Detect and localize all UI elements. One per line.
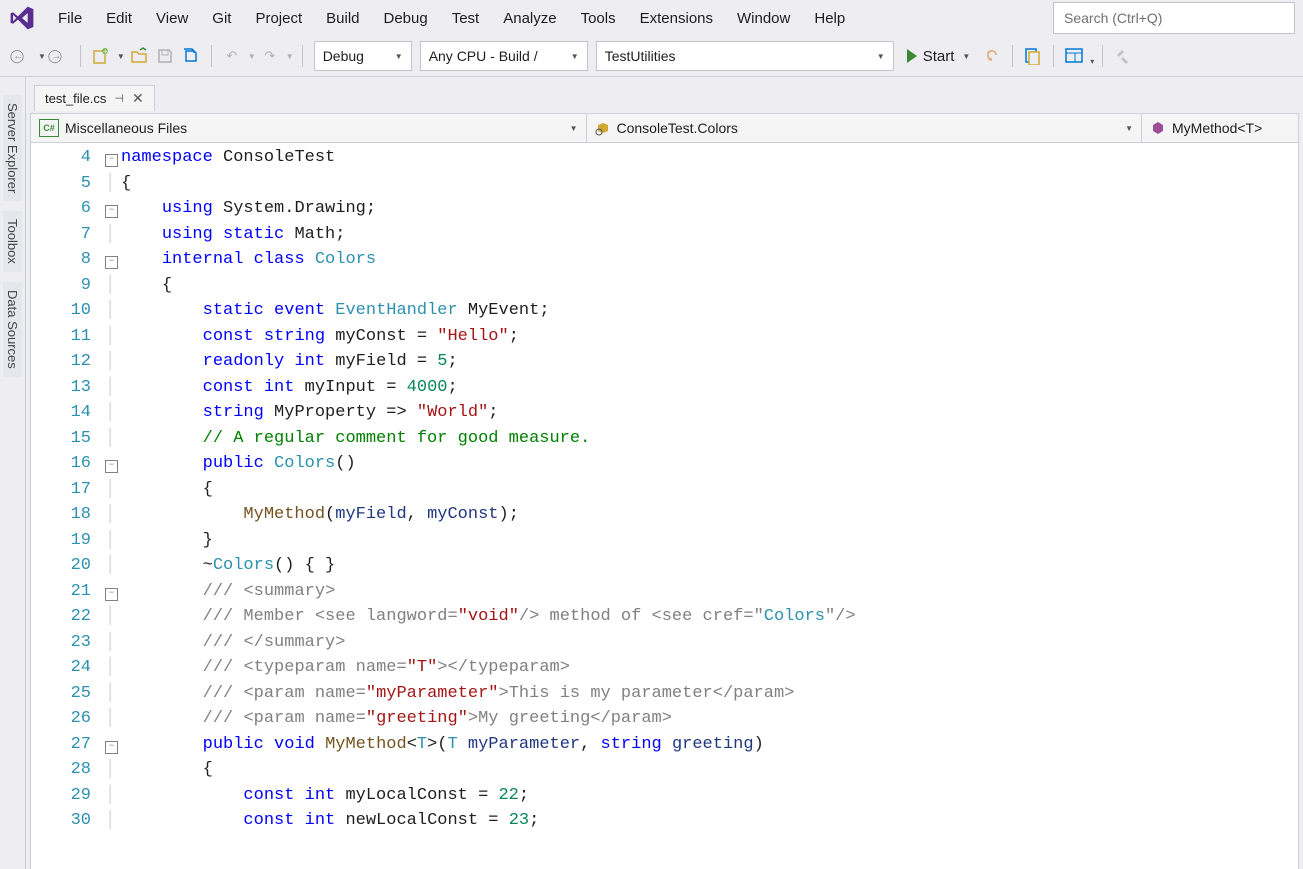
window-layout-button[interactable] [1062, 44, 1086, 68]
code-editor[interactable]: 4567891011121314151617181920212223242526… [30, 143, 1299, 869]
menu-analyze[interactable]: Analyze [491, 6, 568, 31]
solution-platform-combo[interactable]: Any CPU - Build /▼ [420, 41, 588, 71]
separator [1102, 45, 1103, 67]
start-label: Start [923, 48, 955, 65]
sidebar-tab-toolbox[interactable]: Toolbox [3, 211, 22, 272]
solution-config-combo[interactable]: Debug▼ [314, 41, 412, 71]
play-icon [907, 49, 917, 63]
toolbox-button[interactable] [1111, 44, 1135, 68]
undo-button[interactable]: ↶ [220, 44, 244, 68]
search-box[interactable]: Search (Ctrl+Q) [1053, 2, 1295, 34]
editor-area: test_file.cs ⊣ ✕ C# Miscellaneous Files▼… [26, 77, 1303, 869]
menu-help[interactable]: Help [802, 6, 857, 31]
nav-back-button[interactable]: ◯← [10, 44, 34, 68]
chevron-down-icon[interactable]: ▼ [117, 52, 125, 61]
separator [302, 45, 303, 67]
nav-forward-button[interactable]: ◯→ [48, 44, 72, 68]
menu-extensions[interactable]: Extensions [628, 6, 725, 31]
code-content[interactable]: namespace ConsoleTest{ using System.Draw… [121, 143, 1298, 869]
document-tabs: test_file.cs ⊣ ✕ [26, 83, 1303, 113]
menu-edit[interactable]: Edit [94, 6, 144, 31]
menu-bar: FileEditViewGitProjectBuildDebugTestAnal… [0, 0, 1303, 36]
hot-reload-button[interactable] [980, 44, 1004, 68]
fold-gutter: −│−│−│││││││−││││−│││││−│││ [105, 143, 121, 869]
menu-tools[interactable]: Tools [569, 6, 628, 31]
separator [80, 45, 81, 67]
chevron-down-icon[interactable]: ▼ [38, 52, 46, 61]
line-number-gutter: 4567891011121314151617181920212223242526… [31, 143, 105, 869]
class-icon [595, 120, 611, 136]
save-all-button[interactable] [179, 44, 203, 68]
sidebar-tab-server-explorer[interactable]: Server Explorer [3, 95, 22, 201]
vs-logo [8, 4, 36, 32]
save-button[interactable] [153, 44, 177, 68]
nav-project-combo[interactable]: C# Miscellaneous Files▼ [31, 114, 587, 142]
new-item-button[interactable]: + [89, 44, 113, 68]
main-area: Server Explorer Toolbox Data Sources test_… [0, 77, 1303, 869]
menu-project[interactable]: Project [243, 6, 314, 31]
close-icon[interactable]: ✕ [132, 90, 144, 107]
menu-file[interactable]: File [46, 6, 94, 31]
pin-icon[interactable]: ⊣ [114, 92, 124, 105]
menu-window[interactable]: Window [725, 6, 802, 31]
nav-member-combo[interactable]: MyMethod<T> [1142, 114, 1298, 142]
toolbar: ◯← ▼ ◯→ + ▼ ↶ ▼ ↷ ▼ Debug▼ Any CPU - Bui… [0, 36, 1303, 77]
fold-toggle[interactable]: − [105, 154, 118, 167]
startup-project-combo[interactable]: TestUtilities▼ [596, 41, 894, 71]
fold-toggle[interactable]: − [105, 741, 118, 754]
menu-build[interactable]: Build [314, 6, 371, 31]
fold-toggle[interactable]: − [105, 205, 118, 218]
separator [211, 45, 212, 67]
menu-items: FileEditViewGitProjectBuildDebugTestAnal… [46, 6, 857, 31]
start-debug-button[interactable]: Start ▼ [899, 42, 979, 70]
fold-toggle[interactable]: − [105, 588, 118, 601]
open-file-button[interactable] [127, 44, 151, 68]
svg-text:+: + [103, 47, 108, 56]
chevron-down-icon[interactable]: ▼ [248, 52, 256, 61]
menu-debug[interactable]: Debug [372, 6, 440, 31]
sidebar-tab-data-sources[interactable]: Data Sources [3, 282, 22, 377]
csharp-project-icon: C# [39, 119, 59, 137]
chevron-down-icon[interactable]: ▼ [962, 52, 970, 61]
separator [1012, 45, 1013, 67]
fold-toggle[interactable]: − [105, 256, 118, 269]
nav-class-combo[interactable]: ConsoleTest.Colors▼ [587, 114, 1143, 142]
fold-toggle[interactable]: − [105, 460, 118, 473]
sidebar-tool-tabs: Server Explorer Toolbox Data Sources [0, 77, 26, 869]
menu-view[interactable]: View [144, 6, 200, 31]
search-placeholder: Search (Ctrl+Q) [1064, 10, 1162, 26]
method-icon [1150, 120, 1166, 136]
chevron-down-icon[interactable]: ▾ [1090, 57, 1094, 66]
editor-nav-bar: C# Miscellaneous Files▼ ConsoleTest.Colo… [30, 113, 1299, 143]
separator [1053, 45, 1054, 67]
document-tab-label: test_file.cs [45, 91, 106, 106]
menu-git[interactable]: Git [200, 6, 243, 31]
find-in-files-button[interactable] [1021, 44, 1045, 68]
menu-test[interactable]: Test [440, 6, 492, 31]
redo-button[interactable]: ↷ [258, 44, 282, 68]
document-tab[interactable]: test_file.cs ⊣ ✕ [34, 85, 155, 111]
chevron-down-icon[interactable]: ▼ [286, 52, 294, 61]
